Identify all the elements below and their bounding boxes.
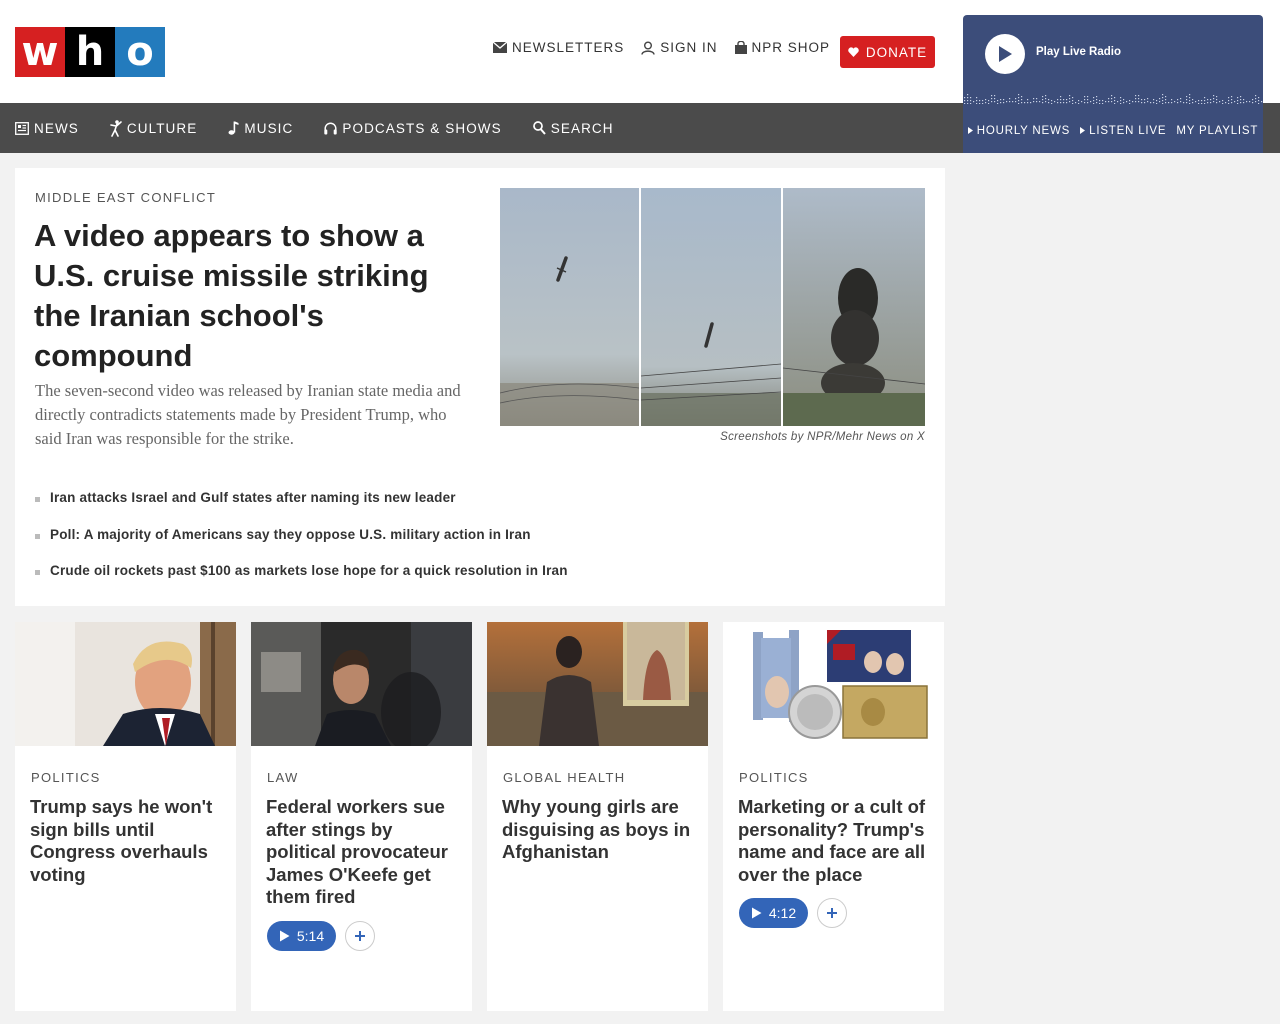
story-card: GLOBAL HEALTH Why young girls are disgui… xyxy=(487,622,708,1011)
nav-item-podcasts[interactable]: PODCASTS & SHOWS xyxy=(324,121,501,136)
story-slug[interactable]: LAW xyxy=(267,770,299,785)
featured-teaser: The seven-second video was released by I… xyxy=(35,381,461,448)
image-panel xyxy=(641,188,781,426)
play-icon xyxy=(1080,127,1086,134)
shopping-bag-icon xyxy=(734,41,747,54)
nav-item-search[interactable]: SEARCH xyxy=(532,120,614,136)
story-card: POLITICS Marketing or a cult of personal… xyxy=(723,622,944,1011)
search-icon xyxy=(532,121,546,135)
music-note-icon xyxy=(228,121,239,135)
sign-in-link[interactable]: SIGN IN xyxy=(641,40,717,55)
story-slug[interactable]: MIDDLE EAST CONFLICT xyxy=(35,190,216,205)
play-icon xyxy=(999,46,1012,62)
nav-label: MUSIC xyxy=(244,120,294,136)
play-icon xyxy=(751,907,762,919)
play-live-radio-label: Play Live Radio xyxy=(1036,46,1122,58)
shop-label: NPR SHOP xyxy=(751,40,831,55)
story-image[interactable] xyxy=(251,622,472,746)
player-link-label: LISTEN LIVE xyxy=(1089,124,1167,137)
nav-item-music[interactable]: MUSIC xyxy=(228,121,293,136)
hourly-news-link[interactable]: HOURLY NEWS xyxy=(967,124,1071,137)
image-panel xyxy=(500,188,639,426)
sign-in-label: SIGN IN xyxy=(660,40,718,55)
play-audio-button[interactable]: 5:14 xyxy=(267,921,336,951)
logo-letter: o xyxy=(115,27,165,77)
site-logo[interactable]: w h o xyxy=(15,27,165,77)
story-headline[interactable]: Federal workers sue after stings by poli… xyxy=(266,796,462,909)
play-icon xyxy=(967,127,973,134)
story-slug[interactable]: GLOBAL HEALTH xyxy=(503,770,625,785)
story-card: POLITICS Trump says he won't sign bills … xyxy=(15,622,236,1011)
story-card: LAW Federal workers sue after stings by … xyxy=(251,622,472,1011)
audio-controls: 4:12 xyxy=(739,898,847,928)
live-radio-player: Play Live Radio HOURLY NEWS LISTEN LIVE … xyxy=(963,15,1263,153)
donate-label: DONATE xyxy=(865,44,928,60)
story-slug[interactable]: POLITICS xyxy=(31,770,101,785)
logo-letter: h xyxy=(65,27,115,77)
player-link-label: HOURLY NEWS xyxy=(976,124,1071,137)
utility-nav: NEWSLETTERS SIGN IN NPR SHOP xyxy=(493,40,830,55)
newsletters-label: NEWSLETTERS xyxy=(512,40,625,55)
nav-item-culture[interactable]: CULTURE xyxy=(110,119,198,137)
main-nav: NEWS CULTURE MUSIC PODCASTS & SHOWS SEAR… xyxy=(15,103,614,153)
story-headline[interactable]: Why young girls are disguising as boys i… xyxy=(502,796,698,864)
related-stories: Iran attacks Israel and Gulf states afte… xyxy=(35,490,568,600)
play-live-radio-button[interactable] xyxy=(985,34,1025,74)
user-icon xyxy=(641,41,655,55)
heart-icon xyxy=(848,47,859,57)
story-image[interactable] xyxy=(487,622,708,746)
envelope-icon xyxy=(493,42,507,53)
nav-label: NEWS xyxy=(34,120,79,136)
featured-story: MIDDLE EAST CONFLICT A video appears to … xyxy=(15,168,945,606)
listen-live-link[interactable]: LISTEN LIVE xyxy=(1080,125,1166,137)
play-icon xyxy=(279,930,290,942)
story-slug[interactable]: POLITICS xyxy=(739,770,809,785)
my-playlist-link[interactable]: MY PLAYLIST xyxy=(1176,125,1258,137)
nav-item-news[interactable]: NEWS xyxy=(15,121,79,136)
related-story-link[interactable]: Crude oil rockets past $100 as markets l… xyxy=(35,563,568,600)
add-to-playlist-button[interactable] xyxy=(817,898,847,928)
newspaper-icon xyxy=(15,121,29,135)
player-link-label: MY PLAYLIST xyxy=(1176,124,1259,137)
nav-label: PODCASTS & SHOWS xyxy=(342,120,502,136)
featured-image[interactable] xyxy=(500,188,925,426)
audio-controls: 5:14 xyxy=(267,921,375,951)
audio-duration: 4:12 xyxy=(768,905,797,921)
shop-link[interactable]: NPR SHOP xyxy=(734,40,831,55)
headphones-icon xyxy=(324,122,338,134)
audio-waveform xyxy=(964,94,1263,104)
plus-icon xyxy=(355,931,365,941)
audio-duration: 5:14 xyxy=(296,928,325,944)
donate-button[interactable]: DONATE xyxy=(840,36,935,68)
featured-headline[interactable]: A video appears to show a U.S. cruise mi… xyxy=(34,216,464,376)
image-panel xyxy=(783,188,925,426)
dancer-icon xyxy=(110,119,122,137)
nav-label: SEARCH xyxy=(550,120,614,136)
story-image[interactable] xyxy=(15,622,236,746)
play-audio-button[interactable]: 4:12 xyxy=(739,898,808,928)
related-story-link[interactable]: Poll: A majority of Americans say they o… xyxy=(35,527,568,564)
add-to-playlist-button[interactable] xyxy=(345,921,375,951)
newsletters-link[interactable]: NEWSLETTERS xyxy=(493,40,624,55)
related-story-link[interactable]: Iran attacks Israel and Gulf states afte… xyxy=(35,490,568,527)
plus-icon xyxy=(827,908,837,918)
story-headline[interactable]: Trump says he won't sign bills until Con… xyxy=(30,796,226,886)
player-links: HOURLY NEWS LISTEN LIVE MY PLAYLIST xyxy=(963,118,1263,143)
image-credit: Screenshots by NPR/Mehr News on X xyxy=(720,431,925,443)
story-cards: POLITICS Trump says he won't sign bills … xyxy=(15,622,944,1011)
nav-label: CULTURE xyxy=(126,120,198,136)
story-image[interactable] xyxy=(723,622,944,746)
logo-letter: w xyxy=(15,27,65,77)
story-headline[interactable]: Marketing or a cult of personality? Trum… xyxy=(738,796,934,886)
